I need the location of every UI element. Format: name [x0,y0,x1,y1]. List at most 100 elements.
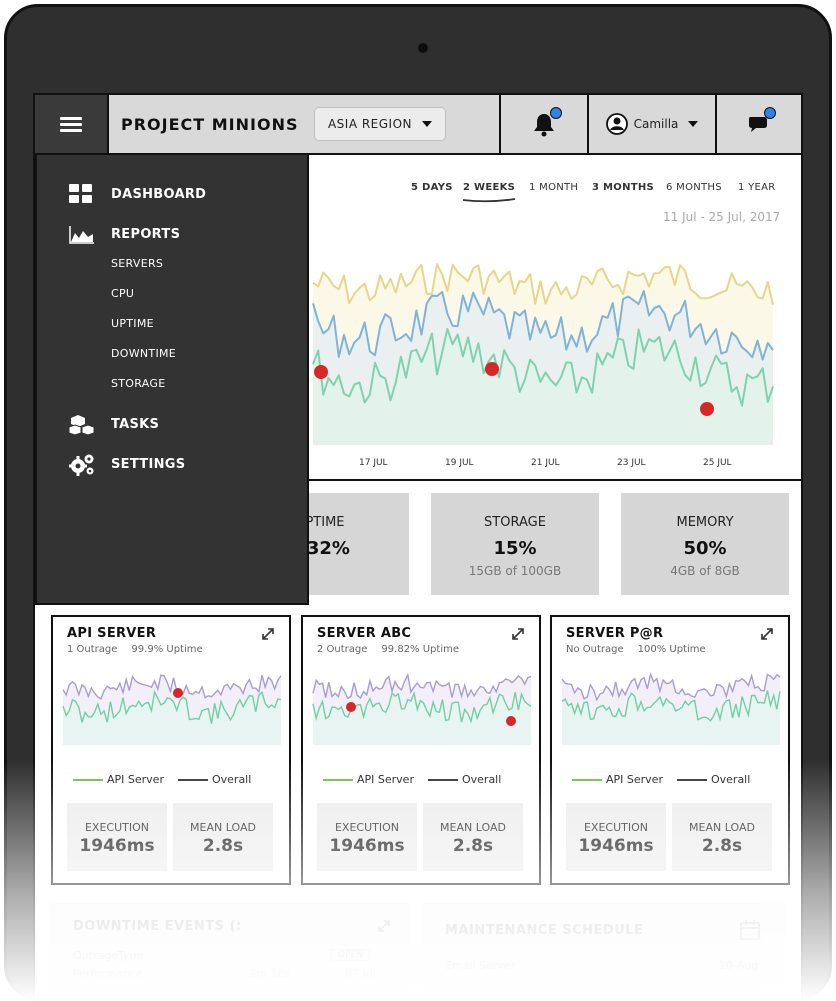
region-dropdown[interactable]: ASIA REGION [314,107,446,141]
downtime-row-date: 07 Jul [345,967,376,980]
metric-value: 1946ms [578,836,654,856]
alert-marker-1 [314,365,328,379]
metric-label: MEAN LOAD [689,821,755,834]
server-card-api: API SERVER 1 Outrage 99.9% Uptime API Ser… [51,615,291,885]
stat-card-storage: STORAGE 15% 15GB of 100GB [431,493,599,595]
metric-value: 1946ms [79,836,155,856]
metric-label: EXECUTION [334,821,400,834]
alert-marker-3 [700,402,714,416]
legend-overall: Overall [211,773,252,786]
server-title: SERVER P@R [566,626,664,641]
chevron-down-icon [422,121,433,127]
calendar-icon[interactable] [739,919,761,941]
downtime-row-type: Performance [73,967,143,980]
uptime-percent: 99.9% Uptime [131,644,203,655]
sidebar-item-settings[interactable]: SETTINGS [111,457,185,472]
settings-gears-icon [69,454,94,476]
legend-swatch-dark [427,778,458,781]
dashboard-screen: 5 DAYS 2 WEEKS 1 MONTH 3 MONTHS 6 MONTHS… [33,93,803,1001]
camera-dot [418,43,428,53]
notifications-button[interactable] [499,95,587,153]
stat-label: STORAGE [484,515,546,530]
outrage-count: No Outrage [566,644,624,655]
legend-swatch-green [572,778,602,781]
metric-value: 1946ms [329,836,405,856]
metric-mean-load: MEAN LOAD 2.8s [423,803,523,871]
stat-sub: 4GB of 8GB [670,564,740,578]
expand-icon[interactable] [511,627,525,641]
sidebar-item-downtime[interactable]: DOWNTIME [111,347,176,360]
legend-api-server: API Server [107,773,164,786]
menu-icon[interactable] [35,95,109,153]
downtime-events-card: DOWNTIME EVENTS (: OutrageType OPEN Perf… [49,903,411,999]
chart-legend: API Server Overall [73,773,251,786]
server-sparkline [561,672,781,745]
user-name: Camilla [633,117,679,131]
x-tick-23-jul: 23 JUL [617,458,646,468]
sidebar-item-reports[interactable]: REPORTS [111,227,180,242]
metric-value: 2.8s [452,836,494,856]
x-tick-17-jul: 17 JUL [359,458,388,468]
metric-execution: EXECUTION 1946ms [67,803,167,871]
metric-value: 2.8s [701,836,743,856]
maintenance-title: MAINTENANCE SCHEDULE [445,923,644,938]
x-tick-19-jul: 19 JUL [445,458,474,468]
project-title: PROJECT MINIONS [121,115,299,134]
sidebar-item-tasks[interactable]: TASKS [111,417,159,432]
messages-button[interactable] [715,95,801,153]
server-card-par: SERVER P@R No Outrage 100% Uptime API Ser… [550,615,790,885]
dashboard-icon [69,184,92,203]
legend-api-server: API Server [357,773,414,786]
stat-value: 15% [493,538,537,559]
legend-api-server: API Server [606,773,663,786]
legend-swatch-dark [177,778,208,781]
sidebar-item-dashboard[interactable]: DASHBOARD [111,187,206,202]
notification-badge [550,107,562,119]
server-subtitle: No Outrage 100% Uptime [566,644,720,655]
sparkline-alert-marker-1 [346,702,356,712]
alert-marker-2 [485,362,499,376]
maintenance-row-date: 10-Aug [719,959,759,972]
sparkline-alert-marker-2 [506,716,516,726]
x-tick-25-jul: 25 JUL [703,458,732,468]
metric-execution: EXECUTION 1946ms [317,803,417,871]
sidebar-item-cpu[interactable]: CPU [111,287,134,300]
server-subtitle: 2 Outrage 99.82% Uptime [317,644,473,655]
legend-overall: Overall [710,773,751,786]
top-bar: PROJECT MINIONS ASIA REGION Camilla [35,95,801,155]
metric-label: EXECUTION [583,821,649,834]
expand-icon[interactable] [377,919,391,933]
metric-value: 2.8s [202,836,244,856]
server-sparkline [62,674,282,745]
sidebar-item-servers[interactable]: SERVERS [111,257,163,270]
user-menu[interactable]: Camilla [587,95,715,153]
server-title: API SERVER [67,626,157,641]
tasks-cubes-icon [69,415,95,436]
outrage-count: 1 Outrage [67,644,118,655]
region-selected: ASIA REGION [327,117,413,131]
server-title: SERVER ABC [317,626,412,641]
sidebar-menu: DASHBOARD REPORTS SERVERS CPU UPTIME DOW… [35,153,309,605]
uptime-percent: 100% Uptime [637,644,706,655]
chevron-down-icon [688,121,699,127]
metric-label: MEAN LOAD [440,821,506,834]
uptime-percent: 99.82% Uptime [381,644,459,655]
metric-label: EXECUTION [84,821,150,834]
downtime-col-type: OutrageType [73,949,144,962]
sidebar-item-storage[interactable]: STORAGE [111,377,165,390]
stat-sub: 15GB of 100GB [468,564,562,578]
chart-legend: API Server Overall [572,773,750,786]
message-badge [764,107,776,119]
legend-swatch-green [73,778,103,781]
stat-card-memory: MEMORY 50% 4GB of 8GB [621,493,789,595]
stat-label: MEMORY [676,515,734,530]
server-sparkline [312,672,532,745]
expand-icon[interactable] [760,627,774,641]
maintenance-row-name: Email Server [445,959,516,972]
expand-icon[interactable] [261,627,275,641]
metric-execution: EXECUTION 1946ms [566,803,666,871]
legend-overall: Overall [461,773,502,786]
sidebar-item-uptime[interactable]: UPTIME [111,317,154,330]
area-chart-icon [69,226,94,244]
metric-mean-load: MEAN LOAD 2.8s [672,803,772,871]
